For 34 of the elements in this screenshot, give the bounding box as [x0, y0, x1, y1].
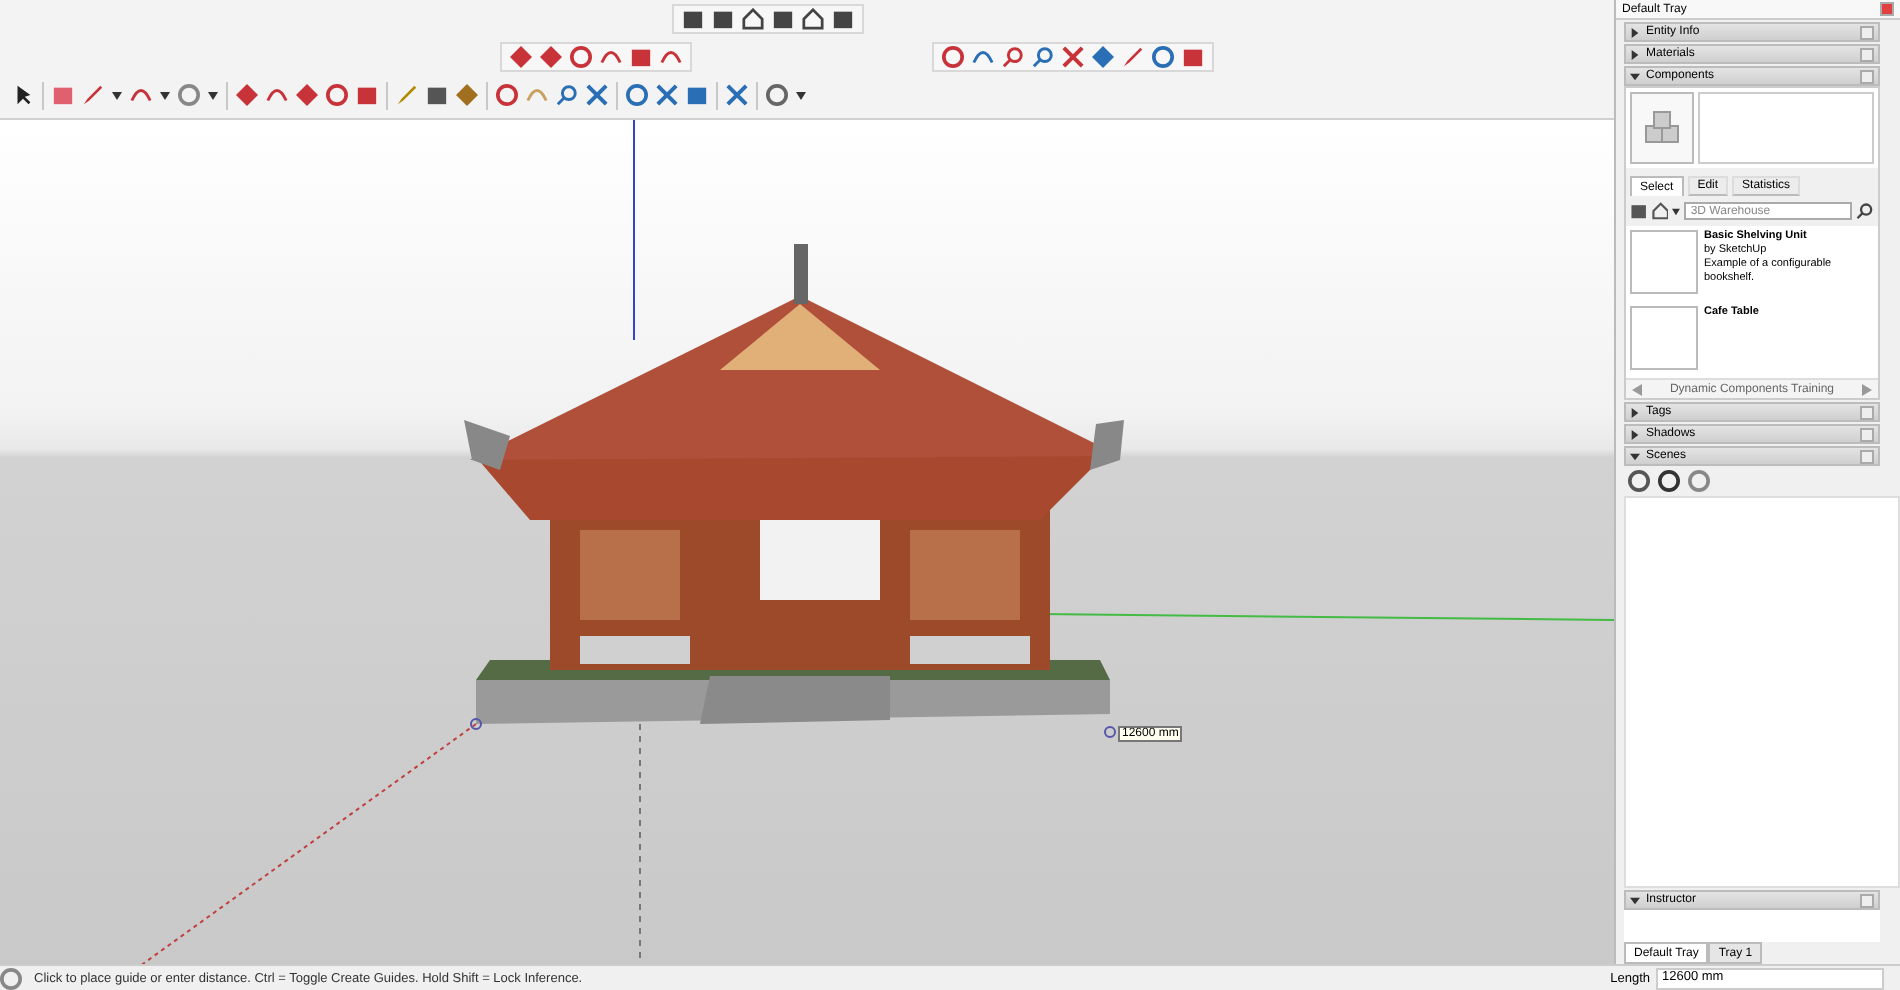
search-icon[interactable]: [1002, 46, 1024, 68]
search-icon[interactable]: [1032, 46, 1054, 68]
caret-icon[interactable]: [160, 91, 170, 99]
select-icon[interactable]: [12, 84, 34, 106]
house-icon[interactable]: [742, 8, 764, 30]
expander-icon[interactable]: [1630, 451, 1640, 461]
search-icon[interactable]: [556, 84, 578, 106]
component-thumbnail: [1630, 230, 1698, 294]
expander-icon[interactable]: [1630, 27, 1640, 37]
expander-icon[interactable]: [1630, 895, 1640, 906]
expander-icon[interactable]: [1630, 49, 1640, 59]
component-thumbnail: [1630, 306, 1698, 370]
pencil-icon[interactable]: [82, 84, 104, 106]
caret-icon[interactable]: [208, 91, 218, 99]
box-icon[interactable]: [712, 8, 734, 30]
circle-icon[interactable]: [178, 84, 200, 106]
search-icon[interactable]: [1856, 200, 1875, 222]
box-icon[interactable]: [682, 8, 704, 30]
forward-icon[interactable]: [1861, 383, 1872, 395]
box-icon[interactable]: [772, 8, 794, 30]
arc-icon[interactable]: [130, 84, 152, 106]
vertex-point: [470, 718, 482, 730]
expander-icon[interactable]: [1630, 429, 1640, 439]
expander-icon[interactable]: [1630, 71, 1640, 81]
caret-icon[interactable]: [1672, 207, 1681, 215]
vertex-point: [1104, 726, 1116, 738]
box-icon[interactable]: [832, 8, 854, 30]
expander-icon[interactable]: [1630, 407, 1640, 417]
caret-icon[interactable]: [796, 91, 806, 99]
house-icon[interactable]: [802, 8, 824, 30]
cubes-icon: [1642, 108, 1682, 148]
house-icon[interactable]: [1651, 200, 1669, 222]
back-icon[interactable]: [1632, 383, 1642, 395]
caret-icon[interactable]: [112, 91, 122, 99]
